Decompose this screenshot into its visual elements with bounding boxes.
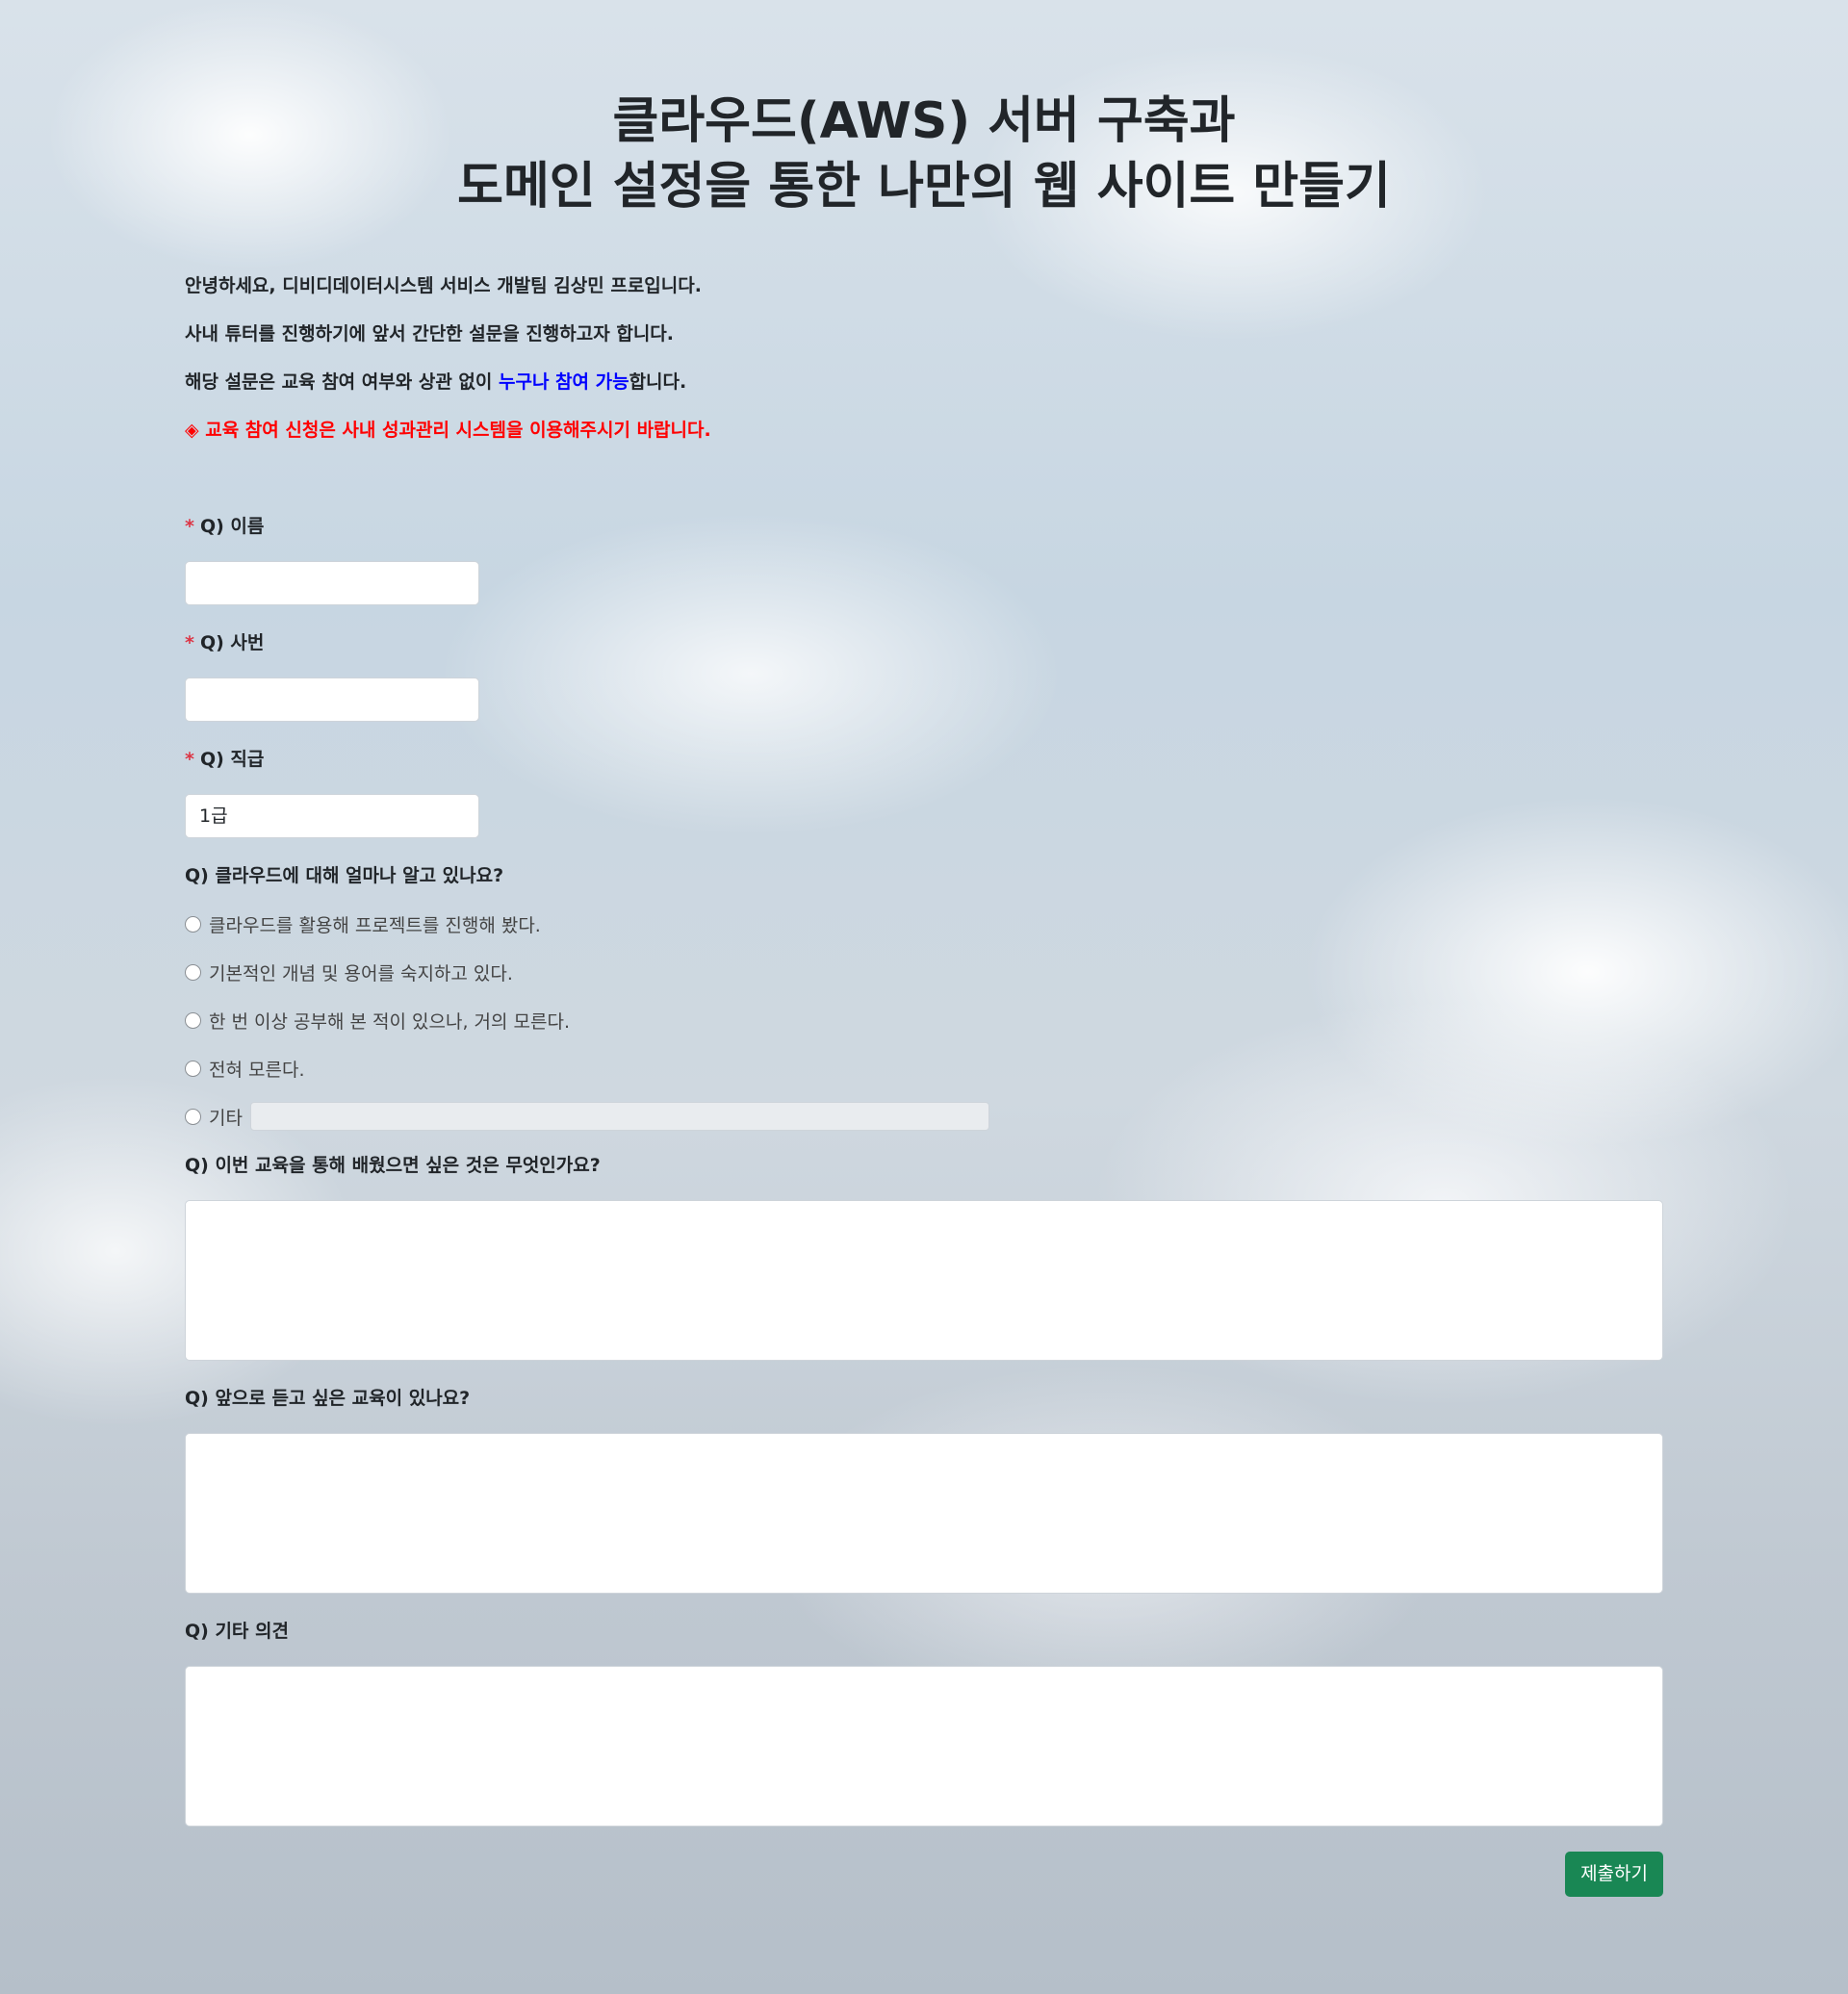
position-question: * Q) 직급 1급 [185,749,1663,838]
position-input[interactable]: 1급 [185,794,479,838]
want-to-learn-textarea[interactable] [185,1200,1663,1361]
name-question: * Q) 이름 [185,516,1663,605]
intro-highlight: 누구나 참여 가능 [498,371,629,393]
radio-option-1[interactable]: 클라우드를 활용해 프로젝트를 진행해 봤다. [185,912,1663,936]
radio-option-other[interactable]: 기타 [185,1102,1663,1131]
title-line-1: 클라우드(AWS) 서버 구축과 [612,92,1236,150]
name-input[interactable] [185,561,479,605]
cloud-knowledge-label: Q) 클라우드에 대해 얼마나 알고 있나요? [185,865,504,886]
intro-line-3: 해당 설문은 교육 참여 여부와 상관 없이 누구나 참여 가능합니다. [185,371,1663,394]
intro-line-3-prefix: 해당 설문은 교육 참여 여부와 상관 없이 [185,371,499,393]
cloud-knowledge-question: Q) 클라우드에 대해 얼마나 알고 있나요? 클라우드를 활용해 프로젝트를 … [185,865,1663,1131]
required-mark: * [185,516,194,537]
employee-id-label: * Q) 사번 [185,632,265,653]
page-title: 클라우드(AWS) 서버 구축과 도메인 설정을 통한 나만의 웹 사이트 만들… [185,89,1663,219]
notice-text: ◈ 교육 참여 신청은 사내 성과관리 시스템을 이용해주시기 바랍니다. [185,420,711,441]
intro-line-3-suffix: 합니다. [629,371,687,393]
radio-option-2[interactable]: 기본적인 개념 및 용어를 숙지하고 있다. [185,960,1663,984]
radio-option-3[interactable]: 한 번 이상 공부해 본 적이 있으나, 거의 모른다. [185,1009,1663,1033]
radio-button[interactable] [185,1108,201,1125]
radio-button[interactable] [185,1011,201,1029]
employee-id-input[interactable] [185,677,479,722]
intro-section: 안녕하세요, 디비디데이터시스템 서비스 개발팀 김상민 프로입니다. 사내 튜… [185,275,1663,442]
future-topics-question: Q) 앞으로 듣고 싶은 교육이 있나요? [185,1388,1663,1594]
employee-id-question: * Q) 사번 [185,632,1663,722]
intro-line-1: 안녕하세요, 디비디데이터시스템 서비스 개발팀 김상민 프로입니다. [185,275,702,296]
title-line-2: 도메인 설정을 통한 나만의 웹 사이트 만들기 [457,158,1391,216]
future-topics-textarea[interactable] [185,1433,1663,1594]
intro-line-2: 사내 튜터를 진행하기에 앞서 간단한 설문을 진행하고자 합니다. [185,323,675,345]
want-to-learn-label: Q) 이번 교육을 통해 배웠으면 싶은 것은 무엇인가요? [185,1155,601,1176]
required-mark: * [185,632,194,653]
position-label: * Q) 직급 [185,749,265,770]
other-opinions-textarea[interactable] [185,1666,1663,1827]
want-to-learn-question: Q) 이번 교육을 통해 배웠으면 싶은 것은 무엇인가요? [185,1155,1663,1361]
radio-button[interactable] [185,915,201,933]
name-label: * Q) 이름 [185,516,265,537]
other-text-input[interactable] [249,1102,989,1131]
other-opinions-label: Q) 기타 의견 [185,1621,289,1642]
radio-button[interactable] [185,1060,201,1077]
radio-option-4[interactable]: 전혀 모른다. [185,1057,1663,1081]
required-mark: * [185,749,194,770]
submit-button[interactable]: 제출하기 [1565,1852,1663,1897]
other-opinions-question: Q) 기타 의견 [185,1621,1663,1827]
radio-button[interactable] [185,963,201,981]
submit-area: 제출하기 [185,1852,1663,1897]
future-topics-label: Q) 앞으로 듣고 싶은 교육이 있나요? [185,1388,471,1409]
survey-container: 클라우드(AWS) 서버 구축과 도메인 설정을 통한 나만의 웹 사이트 만들… [185,0,1663,1897]
